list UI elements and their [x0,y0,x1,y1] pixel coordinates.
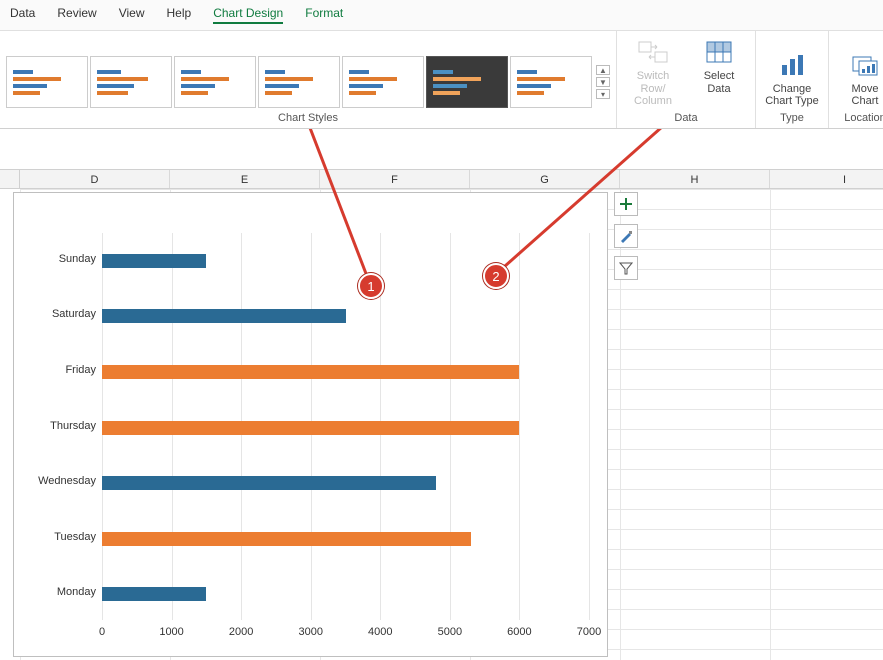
chart-bar[interactable] [102,532,471,546]
chart-bar[interactable] [102,365,519,379]
ribbon-group-label-data: Data [674,112,697,124]
col-header[interactable]: E [170,170,320,188]
ribbon-group-data: Switch Row/ Column Select Data Data [617,31,756,128]
chart-x-tick-label: 5000 [438,626,462,638]
chart-x-tick-label: 7000 [577,626,601,638]
ribbon-group-chart-styles: ▲ ▼ ▾ Chart Styles [0,31,617,128]
chart-category-label: Sunday [18,253,102,265]
menu-data[interactable]: Data [10,6,35,24]
spinner-down-icon[interactable]: ▼ [596,77,610,87]
chart-style-thumb-1[interactable] [6,56,88,108]
move-chart-label: Move Chart [852,83,879,108]
col-header[interactable]: F [320,170,470,188]
menu-bar: Data Review View Help Chart Design Forma… [0,0,883,31]
ribbon: ▲ ▼ ▾ Chart Styles Switch Row/ Column Se… [0,31,883,129]
move-chart-icon [849,51,881,79]
col-header[interactable]: D [20,170,170,188]
chart-bar[interactable] [102,421,519,435]
chart-styles-button[interactable] [614,224,638,248]
chart-x-tick-label: 6000 [507,626,531,638]
chart-style-thumb-5[interactable] [342,56,424,108]
chart-x-tick-label: 3000 [298,626,322,638]
brush-icon [619,229,633,243]
spinner-up-icon[interactable]: ▲ [596,65,610,75]
col-gutter [0,170,20,188]
chart-filters-button[interactable] [614,256,638,280]
select-data-icon [703,38,735,66]
menu-review[interactable]: Review [57,6,96,24]
change-chart-type-label: Change Chart Type [765,83,819,108]
col-header[interactable]: G [470,170,620,188]
select-data-label: Select Data [704,70,735,95]
chart-elements-button[interactable] [614,192,638,216]
ribbon-group-label-type: Type [780,112,804,124]
spinner-more-icon[interactable]: ▾ [596,89,610,99]
funnel-icon [619,261,633,275]
chart-category-label: Saturday [18,308,102,320]
chart-plot-area: SundaySaturdayFridayThursdayWednesdayTue… [102,233,587,620]
move-chart-button[interactable]: Move Chart [835,47,883,108]
switch-row-column-button: Switch Row/ Column [623,34,683,108]
plus-icon [619,197,633,211]
chart-category-label: Thursday [18,420,102,432]
menu-chart-design[interactable]: Chart Design [213,6,283,24]
chart-bar[interactable] [102,476,436,490]
chart-style-thumb-3[interactable] [174,56,256,108]
chart-x-tick-label: 4000 [368,626,392,638]
chart-x-tick-label: 0 [99,626,105,638]
embedded-chart[interactable]: Sunday Saturday Friday Thursday Wednesday Tue… [13,192,608,657]
ribbon-group-label-location: Location [844,112,883,124]
chart-style-thumb-4[interactable] [258,56,340,108]
styles-gallery-spinner[interactable]: ▲ ▼ ▾ [596,65,610,99]
change-chart-type-button[interactable]: Change Chart Type [762,47,822,108]
chart-category-label: Friday [18,364,102,376]
callout-2: 2 [483,263,509,289]
change-chart-type-icon [776,51,808,79]
chart-category-label: Monday [18,586,102,598]
col-header[interactable]: I [770,170,883,188]
switch-row-column-icon [637,38,669,66]
menu-help[interactable]: Help [167,6,192,24]
ribbon-group-label-styles: Chart Styles [278,112,338,124]
chart-bar[interactable] [102,254,206,268]
chart-style-thumb-6[interactable] [426,56,508,108]
callout-1: 1 [358,273,384,299]
chart-style-thumb-7[interactable] [510,56,592,108]
ribbon-group-location: Move Chart Location [829,31,883,128]
menu-format[interactable]: Format [305,6,343,24]
chart-side-buttons [614,192,638,280]
chart-category-label: Wednesday [18,475,102,487]
chart-x-tick-label: 1000 [159,626,183,638]
chart-category-label: Tuesday [18,531,102,543]
chart-x-axis-labels: 01000200030004000500060007000 [102,626,587,642]
switch-row-column-label: Switch Row/ Column [623,70,683,108]
chart-style-thumb-2[interactable] [90,56,172,108]
worksheet-area: D E F G H I Sunday Saturday Friday Thursday… [0,129,883,660]
menu-view[interactable]: View [119,6,145,24]
chart-x-tick-label: 2000 [229,626,253,638]
chart-styles-gallery: ▲ ▼ ▾ [6,56,610,108]
column-headers: D E F G H I [0,169,883,189]
chart-bar[interactable] [102,587,206,601]
select-data-button[interactable]: Select Data [689,34,749,108]
col-header[interactable]: H [620,170,770,188]
ribbon-group-type: Change Chart Type Type [756,31,829,128]
chart-bar[interactable] [102,309,346,323]
